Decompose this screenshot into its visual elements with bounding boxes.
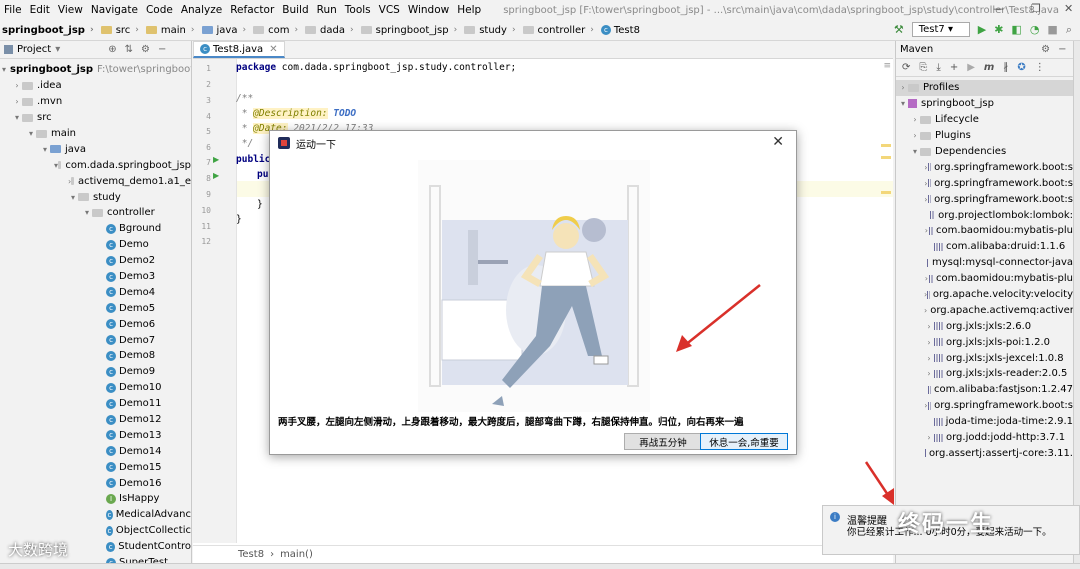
annotation-arrow (683, 284, 761, 347)
watermark-corner: 大数跨境 (8, 541, 69, 559)
notification-title: 温馨提醒 (847, 516, 887, 527)
status-bar (0, 563, 1080, 569)
info-icon: i (830, 512, 840, 522)
annotation-arrowhead (676, 335, 692, 352)
annotation-arrow (864, 461, 892, 499)
annotation-arrows (676, 284, 894, 505)
watermark: 终码一生 (898, 512, 995, 537)
